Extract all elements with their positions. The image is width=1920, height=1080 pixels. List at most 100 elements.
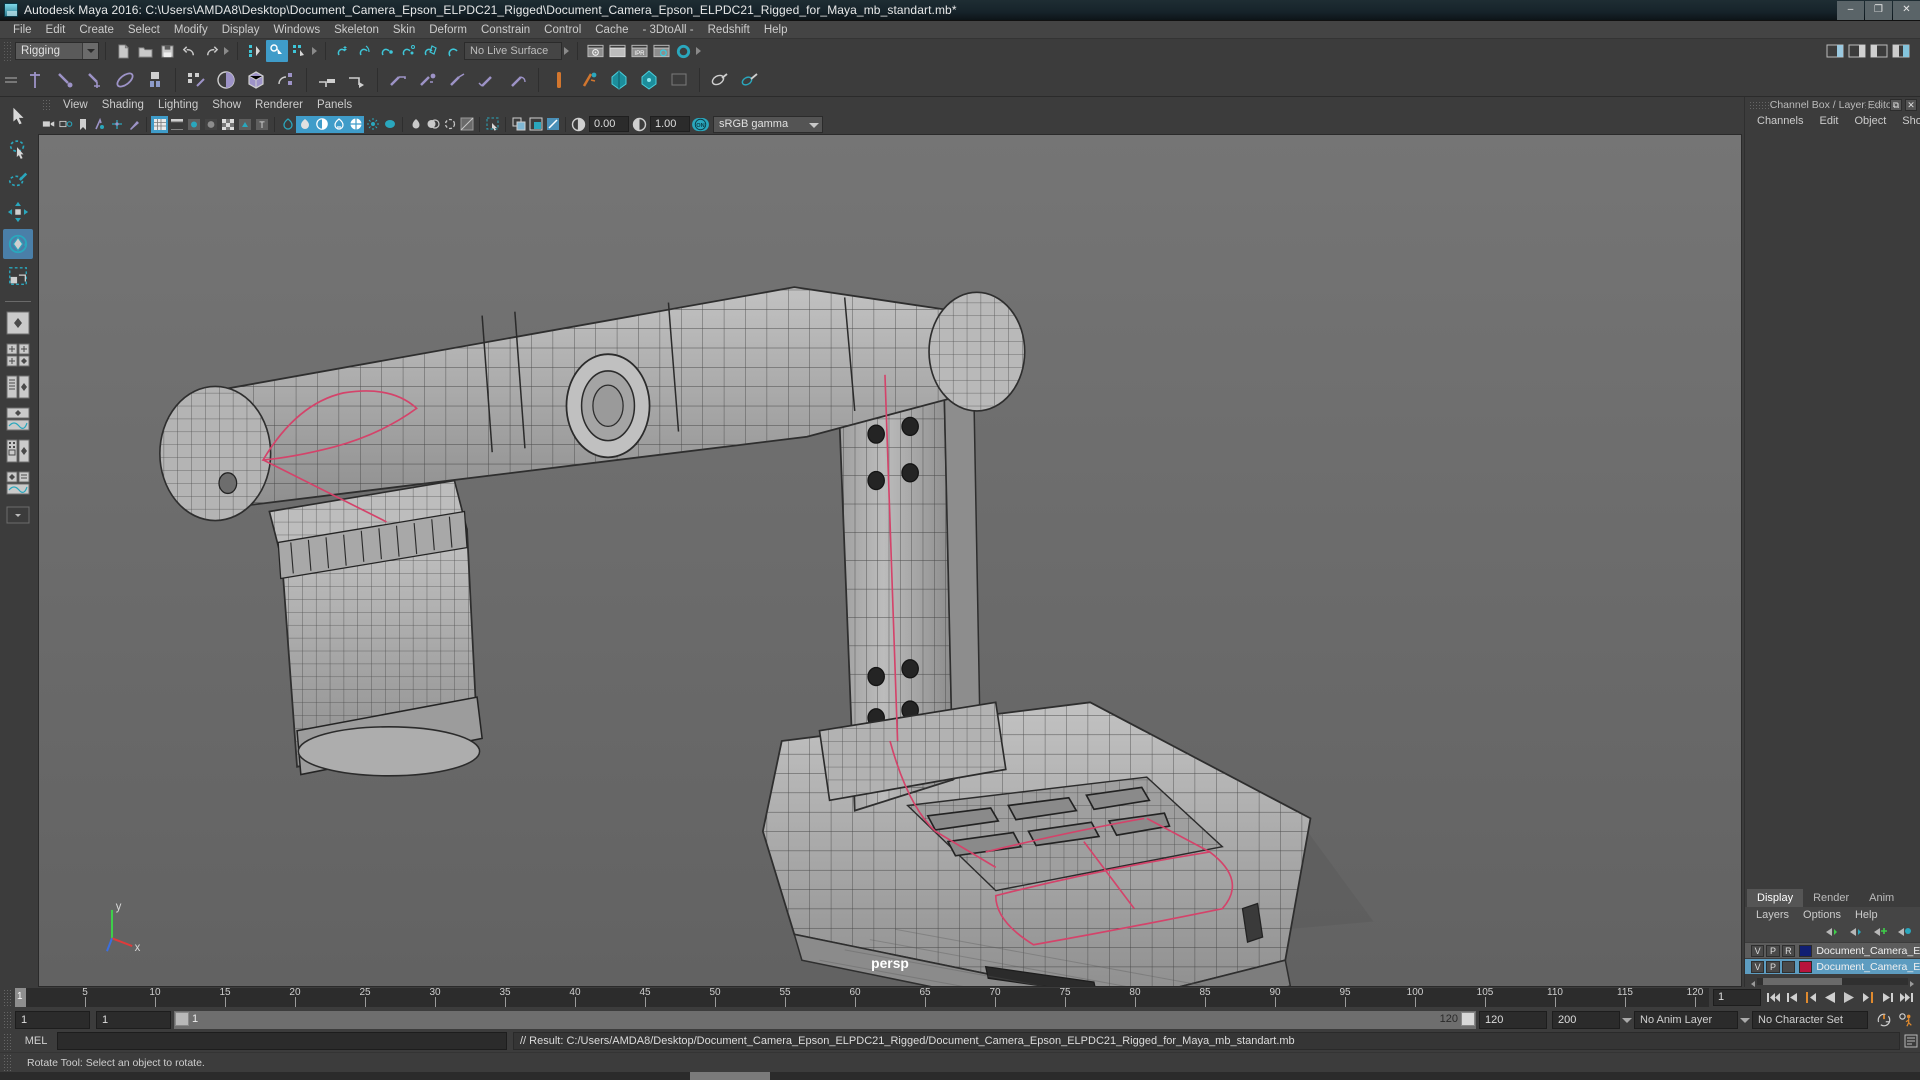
menu-item-modify[interactable]: Modify <box>167 21 215 39</box>
channel-box-menu-object[interactable]: Object <box>1846 113 1894 130</box>
viewport-menu-renderer[interactable]: Renderer <box>248 97 310 114</box>
taskbar-active-item[interactable] <box>690 1072 770 1080</box>
snap-to-projected-center-button[interactable] <box>398 40 420 62</box>
playback-end-field[interactable]: 120 <box>1479 1010 1547 1029</box>
channel-box-menu-show[interactable]: Show <box>1894 113 1920 130</box>
remove-image-icon[interactable] <box>544 116 561 133</box>
auto-keyframe-toggle[interactable] <box>1876 1011 1892 1028</box>
layer-toggle-r[interactable]: R <box>1781 944 1795 957</box>
new-scene-button[interactable] <box>112 40 134 62</box>
menu-item-file[interactable]: File <box>6 21 39 39</box>
layer-toggle-v[interactable]: V <box>1751 944 1765 957</box>
menu-item-deform[interactable]: Deform <box>422 21 474 39</box>
maximize-button[interactable]: ❐ <box>1865 0 1892 20</box>
image-plane-icon[interactable] <box>91 116 108 133</box>
anim-start-field[interactable]: 1 <box>96 1010 171 1029</box>
snap-to-view-plane-button[interactable] <box>420 40 442 62</box>
viewport-menu-lighting[interactable]: Lighting <box>151 97 205 114</box>
ik-rp-solver-button[interactable] <box>443 65 473 95</box>
undo-button[interactable] <box>178 40 200 62</box>
redo-button[interactable] <box>200 40 222 62</box>
snap-to-curve-button[interactable] <box>354 40 376 62</box>
layer-menu-help[interactable]: Help <box>1848 907 1885 924</box>
empty-shelf-slot[interactable] <box>664 65 694 95</box>
help-line-grip[interactable] <box>3 1054 12 1071</box>
point-constraint-button[interactable] <box>342 65 372 95</box>
select-by-object-type-button[interactable] <box>266 40 288 62</box>
keep-image-icon[interactable] <box>527 116 544 133</box>
menu-item-constrain[interactable]: Constrain <box>474 21 537 39</box>
range-left-handle[interactable] <box>175 1011 189 1026</box>
xray-joints-icon[interactable] <box>424 116 441 133</box>
move-layer-up-icon[interactable] <box>1825 926 1840 941</box>
render-settings-button[interactable] <box>650 40 672 62</box>
human-ik-button[interactable] <box>574 65 604 95</box>
toggle-sidebar-button[interactable] <box>1824 40 1846 62</box>
minimize-button[interactable]: – <box>1837 0 1864 20</box>
select-by-hierarchy-button[interactable] <box>244 40 266 62</box>
persp-viewport[interactable]: persp y x <box>38 134 1742 987</box>
color-profile-select[interactable]: sRGB gamma <box>713 115 823 133</box>
new-layer-from-selected-icon[interactable] <box>1897 926 1912 941</box>
lattice-deformer-button[interactable] <box>241 65 271 95</box>
command-line-grip[interactable] <box>3 1032 12 1050</box>
motion-blur-icon[interactable] <box>364 116 381 133</box>
scroll-right-icon[interactable] <box>1908 977 1916 987</box>
panel-close-button[interactable]: ✕ <box>1905 99 1917 111</box>
use-default-material-icon[interactable] <box>236 116 253 133</box>
anim-layer-select[interactable]: No Anim Layer <box>1634 1010 1738 1029</box>
layer-toggle-p[interactable]: P <box>1766 944 1780 957</box>
paint-weights-tool-button[interactable] <box>705 65 735 95</box>
menu-item-cache[interactable]: Cache <box>588 21 635 39</box>
ik-handle-shelf-button[interactable] <box>383 65 413 95</box>
layout-single-perspective-button[interactable] <box>3 308 33 338</box>
rotate-tool[interactable] <box>3 229 33 259</box>
channel-box-list[interactable] <box>1745 130 1920 889</box>
move-tool[interactable] <box>3 197 33 227</box>
layout-persp-outliner-graph-button[interactable] <box>3 468 33 498</box>
redshift-render-button[interactable] <box>604 65 634 95</box>
toggle-attribute-editor-button[interactable] <box>1846 40 1868 62</box>
snap-collapse-arrow[interactable] <box>562 42 571 60</box>
xray-display-icon[interactable]: T <box>253 116 270 133</box>
toolbar-collapse-arrow[interactable] <box>222 42 231 60</box>
texture-display-icon[interactable] <box>219 116 236 133</box>
go-to-start-button[interactable] <box>1765 989 1781 1006</box>
panel-restore-button[interactable]: ⧉ <box>1890 99 1902 111</box>
gamma-icon[interactable] <box>631 116 648 133</box>
step-back-button[interactable] <box>1784 989 1800 1006</box>
toggle-tool-settings-button[interactable] <box>1868 40 1890 62</box>
shade-selected-items-icon[interactable] <box>185 116 202 133</box>
exposure-field[interactable]: 0.00 <box>589 116 629 132</box>
scale-tool[interactable] <box>3 261 33 291</box>
lighting-two-sided-icon[interactable] <box>313 115 330 133</box>
make-live-button[interactable] <box>442 40 464 62</box>
ipr-render-button[interactable]: IPR <box>628 40 650 62</box>
move-layer-down-icon[interactable] <box>1849 926 1864 941</box>
menu-item-control[interactable]: Control <box>537 21 588 39</box>
layer-menu-options[interactable]: Options <box>1796 907 1848 924</box>
menu-item-help[interactable]: Help <box>757 21 795 39</box>
time-slider[interactable]: 1 5 10 15 20 25 30 35 40 45 50 55 60 65 70 75 80 85 90 95 1… <box>15 988 1709 1007</box>
paint-effects-icon[interactable] <box>125 116 142 133</box>
layer-toggle-r[interactable] <box>1781 960 1795 973</box>
live-surface-field[interactable]: No Live Surface <box>464 42 562 60</box>
layer-tab-display[interactable]: Display <box>1747 889 1804 907</box>
menu-item-create[interactable]: Create <box>72 21 121 39</box>
play-forwards-button[interactable] <box>1841 989 1857 1006</box>
grid-toggle-icon[interactable] <box>108 116 125 133</box>
lighting-all-lights-icon[interactable] <box>296 115 313 133</box>
layout-persp-graph-button[interactable] <box>3 404 33 434</box>
edit-weights-tool-button[interactable] <box>735 65 765 95</box>
range-right-handle[interactable] <box>1461 1011 1475 1026</box>
play-backwards-button[interactable] <box>1822 989 1838 1006</box>
playback-options-chevron[interactable] <box>1620 1011 1634 1029</box>
wireframe-shading-icon[interactable] <box>151 115 168 133</box>
toolbar-grip[interactable] <box>3 41 12 61</box>
open-scene-button[interactable] <box>134 40 156 62</box>
ik-spline-alt-button[interactable] <box>503 65 533 95</box>
render-collapse-arrow[interactable] <box>694 42 703 60</box>
display-layer-row[interactable]: V P Document_Camera_Ep <box>1745 959 1920 974</box>
layer-tab-render[interactable]: Render <box>1803 889 1860 907</box>
snap-to-grid-button[interactable] <box>332 40 354 62</box>
